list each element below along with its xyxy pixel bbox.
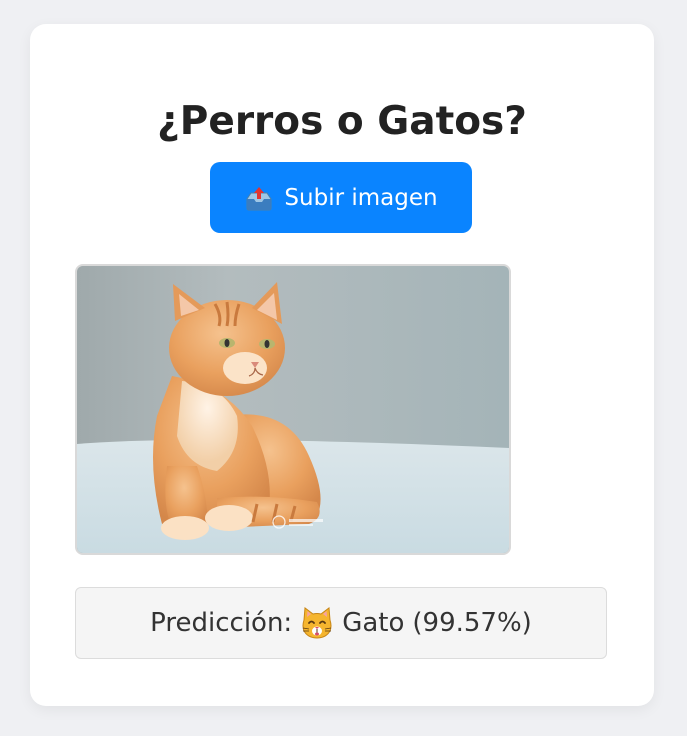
page-title: ¿Perros o Gatos? <box>157 99 527 144</box>
upload-button-label: Subir imagen <box>284 184 438 211</box>
upload-image-button[interactable]: Subir imagen <box>210 162 472 233</box>
upload-tray-icon <box>244 185 274 211</box>
prediction-confidence: (99.57%) <box>412 608 532 638</box>
orange-tabby-cat-photo <box>77 266 509 553</box>
prediction-result: Predicción: Gato (99.57%) <box>75 587 607 659</box>
cat-face-icon <box>300 606 334 640</box>
prediction-label: Predicción: <box>150 608 293 638</box>
prediction-class: Gato <box>342 608 405 638</box>
uploaded-image-preview <box>75 264 511 555</box>
main-card: ¿Perros o Gatos? Subir imagen Predicción… <box>30 24 654 706</box>
